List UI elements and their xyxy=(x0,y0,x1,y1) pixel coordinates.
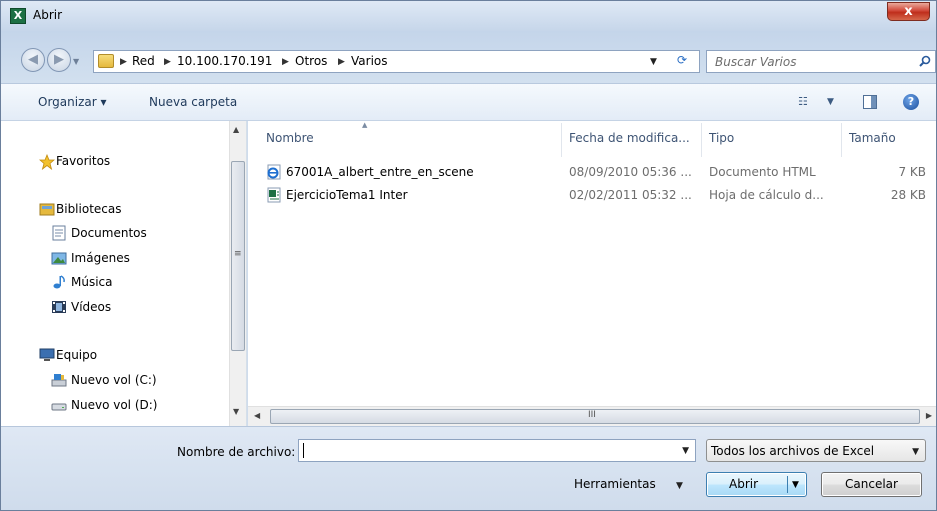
nav-item-imagenes[interactable]: Imágenes xyxy=(71,251,130,265)
file-type-filter[interactable]: Todos los archivos de Excel ▼ xyxy=(706,439,926,462)
file-size: 7 KB xyxy=(898,165,926,179)
open-button[interactable]: Abrir ▼ xyxy=(706,472,807,497)
back-button[interactable]: ◀ xyxy=(21,48,45,72)
file-list-scrollbar[interactable]: ◀ III ▶ xyxy=(248,406,936,426)
file-name: 67001A_albert_entre_en_scene xyxy=(286,165,474,179)
column-header-tamano[interactable]: Tamaño xyxy=(849,131,896,145)
breadcrumb-varios[interactable]: Varios xyxy=(351,54,388,68)
address-row: ◀ ▶ ▼ ▶ Red ▶ 10.100.170.191 ▶ Otros ▶ V… xyxy=(1,31,936,83)
file-type-filter-label: Todos los archivos de Excel xyxy=(711,444,875,458)
videos-icon xyxy=(52,301,66,313)
open-options-dropdown-icon[interactable]: ▼ xyxy=(792,479,799,491)
nav-item-drive-c[interactable]: Nuevo vol (C:) xyxy=(71,373,157,387)
drive-d-icon xyxy=(51,403,67,411)
search-placeholder: Buscar Varios xyxy=(715,55,797,69)
title-bar[interactable]: X Abrir x xyxy=(1,1,936,31)
split-divider xyxy=(787,476,788,493)
organize-button[interactable]: Organizar ▾ xyxy=(38,95,107,109)
file-date: 08/09/2010 05:36 ... xyxy=(569,165,692,179)
cancel-button[interactable]: Cancelar xyxy=(821,472,922,497)
filename-input[interactable]: ▼ xyxy=(298,439,696,462)
text-caret xyxy=(303,443,304,458)
file-row[interactable]: 67001A_albert_entre_en_scene 08/09/2010 … xyxy=(248,162,936,182)
scrollbar-grip-icon: III xyxy=(588,410,596,420)
file-row[interactable]: EjercicioTema1 Inter 02/02/2011 05:32 ..… xyxy=(248,185,936,205)
chevron-down-icon: ▼ xyxy=(912,447,919,457)
column-header-nombre[interactable]: Nombre xyxy=(266,131,314,145)
column-header-fecha[interactable]: Fecha de modifica... xyxy=(569,131,690,145)
star-icon xyxy=(39,154,55,170)
breadcrumb-separator-icon[interactable]: ▶ xyxy=(282,54,289,70)
scrollbar-grip-icon: ≡ xyxy=(234,249,242,259)
tools-button[interactable]: Herramientas xyxy=(574,477,656,491)
breadcrumb-red[interactable]: Red xyxy=(132,54,155,68)
breadcrumb-separator-icon[interactable]: ▶ xyxy=(120,54,127,70)
open-dialog: X Abrir x ◀ ▶ ▼ ▶ Red ▶ 10.100.170.191 ▶… xyxy=(0,0,937,511)
help-icon[interactable]: ? xyxy=(903,94,919,110)
breadcrumb-otros[interactable]: Otros xyxy=(295,54,327,68)
breadcrumb-separator-icon[interactable]: ▶ xyxy=(338,54,345,70)
window-title: Abrir xyxy=(33,8,63,22)
search-box[interactable]: Buscar Varios xyxy=(706,50,936,73)
file-name: EjercicioTema1 Inter xyxy=(286,188,408,202)
command-toolbar: Organizar ▾ Nueva carpeta ☷ ▼ ? xyxy=(1,83,936,121)
sort-ascending-icon: ▲ xyxy=(362,121,368,129)
html-document-icon xyxy=(267,164,281,180)
search-icon[interactable] xyxy=(919,55,931,67)
view-dropdown-icon[interactable]: ▼ xyxy=(827,95,834,109)
filename-label: Nombre de archivo: xyxy=(177,445,296,459)
navigation-pane: Favoritos Bibliotecas Documentos Imágene… xyxy=(1,121,247,426)
folder-icon xyxy=(98,54,114,68)
forward-button[interactable]: ▶ xyxy=(47,48,71,72)
tools-dropdown-icon[interactable]: ▼ xyxy=(676,479,683,493)
refresh-icon[interactable]: ⟳ xyxy=(671,53,693,70)
file-type: Hoja de cálculo d... xyxy=(709,188,824,202)
music-icon xyxy=(53,275,65,289)
file-size: 28 KB xyxy=(890,188,926,202)
libraries-icon xyxy=(39,203,55,216)
scroll-down-icon[interactable]: ▼ xyxy=(233,407,239,416)
nav-item-bibliotecas[interactable]: Bibliotecas xyxy=(56,202,121,216)
preview-pane-icon[interactable] xyxy=(863,95,877,109)
open-button-label: Abrir xyxy=(729,477,759,491)
nav-item-videos[interactable]: Vídeos xyxy=(71,300,111,314)
column-divider[interactable] xyxy=(701,123,702,157)
nav-item-documentos[interactable]: Documentos xyxy=(71,226,147,240)
file-type: Documento HTML xyxy=(709,165,816,179)
documents-icon xyxy=(52,225,66,241)
excel-sheet-icon xyxy=(267,187,281,203)
new-folder-button[interactable]: Nueva carpeta xyxy=(149,95,237,109)
dialog-footer: Nombre de archivo: ▼ Todos los archivos … xyxy=(1,426,936,510)
recent-locations-dropdown[interactable]: ▼ xyxy=(73,57,79,66)
back-arrow-icon: ◀ xyxy=(28,52,38,67)
computer-icon xyxy=(39,348,55,361)
nav-item-musica[interactable]: Música xyxy=(71,275,113,289)
nav-item-equipo[interactable]: Equipo xyxy=(56,348,97,362)
close-button[interactable]: x xyxy=(887,2,930,21)
file-date: 02/02/2011 05:32 ... xyxy=(569,188,692,202)
navigation-scrollbar[interactable]: ▲ ≡ ▼ xyxy=(229,121,246,426)
breadcrumb-separator-icon[interactable]: ▶ xyxy=(164,54,171,70)
address-dropdown-icon[interactable]: ▼ xyxy=(650,54,657,70)
excel-app-icon: X xyxy=(10,8,26,24)
drive-c-icon xyxy=(51,374,67,387)
forward-arrow-icon: ▶ xyxy=(54,52,64,67)
column-divider[interactable] xyxy=(561,123,562,157)
address-bar[interactable]: ▶ Red ▶ 10.100.170.191 ▶ Otros ▶ Varios … xyxy=(93,50,700,73)
column-header-tipo[interactable]: Tipo xyxy=(709,131,734,145)
scroll-up-icon[interactable]: ▲ xyxy=(233,125,239,134)
cancel-button-label: Cancelar xyxy=(845,477,898,491)
breadcrumb-host[interactable]: 10.100.170.191 xyxy=(177,54,272,68)
change-view-icon[interactable]: ☷ xyxy=(798,95,820,109)
scroll-right-icon[interactable]: ▶ xyxy=(926,411,932,420)
file-list: ▲ Nombre Fecha de modifica... Tipo Tamañ… xyxy=(248,121,936,406)
filename-dropdown-icon[interactable]: ▼ xyxy=(682,444,689,458)
scroll-left-icon[interactable]: ◀ xyxy=(254,411,260,420)
pictures-icon xyxy=(51,252,67,265)
nav-item-favoritos[interactable]: Favoritos xyxy=(56,154,110,168)
nav-item-drive-d[interactable]: Nuevo vol (D:) xyxy=(71,398,157,412)
column-divider[interactable] xyxy=(841,123,842,157)
